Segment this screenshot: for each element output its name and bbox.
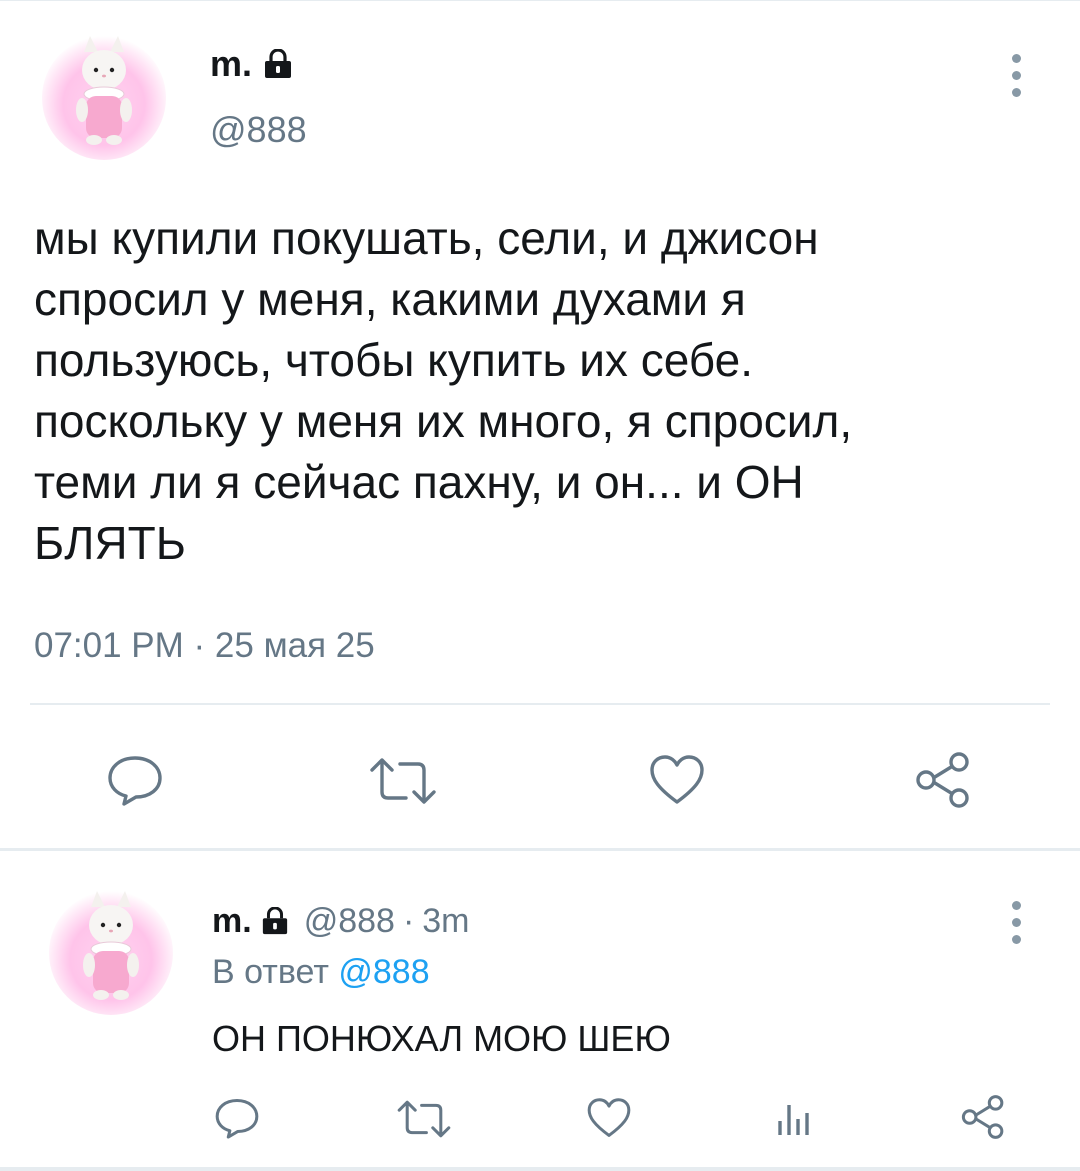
tweet-text-line: поскольку у меня их много, я спросил, bbox=[34, 395, 853, 447]
like-icon[interactable] bbox=[586, 1097, 632, 1139]
tweet-text-line: теми ли я сейчас пахну, и он... и ОН bbox=[34, 456, 804, 508]
cat-doll-avatar-image bbox=[45, 885, 177, 1017]
main-tweet: m. @888 мы купили покушать, сели, и джис… bbox=[0, 0, 1080, 850]
action-bar bbox=[0, 740, 1080, 820]
reply-header: m. @888 · 3m bbox=[212, 901, 470, 941]
tweet-text-line: мы купили покушать, сели, и джисон bbox=[34, 212, 819, 264]
time-ago[interactable]: 3m bbox=[422, 901, 469, 941]
cat-doll-avatar-image bbox=[38, 30, 170, 162]
lock-icon bbox=[262, 907, 287, 935]
display-name-text: m. bbox=[210, 43, 253, 84]
handle[interactable]: @888 bbox=[304, 901, 395, 941]
handle[interactable]: @888 bbox=[210, 108, 307, 152]
reply-icon[interactable] bbox=[214, 1097, 260, 1139]
action-bar bbox=[0, 1091, 1080, 1151]
tweet-text: ОН ПОНЮХАЛ МОЮ ШЕЮ bbox=[212, 1018, 671, 1059]
lock-icon bbox=[265, 49, 292, 78]
reply-icon[interactable] bbox=[106, 754, 164, 806]
tweet-text-line: спросил у меня, какими духами я bbox=[34, 273, 746, 325]
reply-to-label: В ответ bbox=[212, 953, 329, 991]
bottom-divider bbox=[0, 1167, 1080, 1171]
tweet-timestamp[interactable]: 07:01 PM · 25 мая 25 bbox=[34, 624, 375, 668]
display-name[interactable]: m. bbox=[212, 901, 290, 941]
retweet-icon[interactable] bbox=[396, 1099, 452, 1139]
display-name-text: m. bbox=[212, 902, 252, 940]
like-icon[interactable] bbox=[648, 754, 706, 806]
share-icon[interactable] bbox=[914, 752, 972, 808]
share-icon[interactable] bbox=[960, 1095, 1006, 1139]
tweet-text-line: пользуюсь, чтобы купить их себе. bbox=[34, 334, 753, 386]
display-name[interactable]: m. bbox=[210, 44, 294, 84]
avatar[interactable] bbox=[45, 885, 177, 1017]
tweet-text: мы купили покушать, сели, и джисон спрос… bbox=[34, 208, 1044, 574]
retweet-icon[interactable] bbox=[368, 756, 438, 806]
avatar[interactable] bbox=[38, 30, 170, 162]
reply-tweet[interactable]: m. @888 · 3m В ответ @888 ОН ПОНЮХАЛ МОЮ… bbox=[0, 851, 1080, 1171]
reply-to-mention-link[interactable]: @888 bbox=[338, 953, 429, 991]
analytics-icon[interactable] bbox=[774, 1101, 814, 1137]
divider bbox=[30, 703, 1050, 705]
more-options-icon[interactable] bbox=[1012, 901, 1024, 944]
reply-to-line: В ответ @888 bbox=[212, 951, 430, 993]
separator-dot: · bbox=[402, 902, 415, 940]
tweet-text-line: БЛЯТЬ bbox=[34, 517, 186, 569]
more-options-icon[interactable] bbox=[1012, 54, 1024, 97]
